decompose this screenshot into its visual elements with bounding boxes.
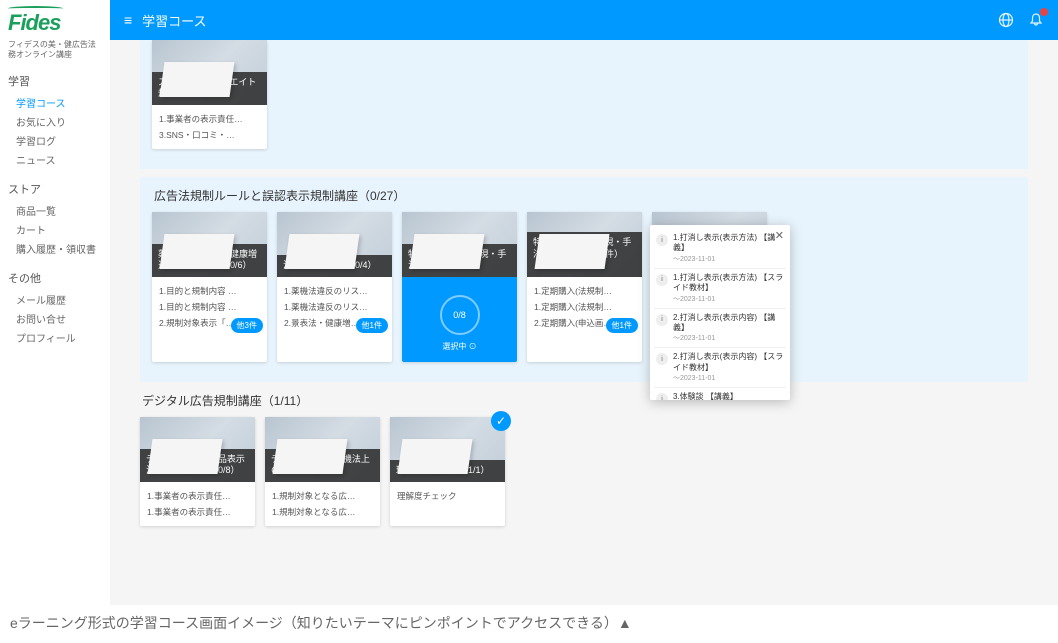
nav-purchase-history[interactable]: 購入履歴・領収書 — [8, 239, 102, 258]
lesson-line: 1.事業者の表示責任… — [159, 111, 260, 127]
globe-icon[interactable] — [998, 12, 1014, 28]
popup-item-date: ～2023-11-01 — [673, 333, 784, 343]
lesson-line: 1.薬機法違反のリス… — [284, 299, 385, 315]
nav-section-other: その他 — [8, 270, 102, 286]
card-title: 薬機法・景表法・健康増進法の位置づけ（0/6） — [152, 244, 267, 277]
course-card[interactable]: デジタル広告の薬機法上の留意事項（0/2） 1.規制対象となる広…1.規制対象とな… — [265, 417, 380, 526]
more-badge: 他3件 — [231, 318, 263, 333]
progress-ring: 0/8 — [440, 295, 480, 335]
lesson-line: 1.定期購入(法規制… — [534, 283, 635, 299]
nav-study-log[interactable]: 学習ログ — [8, 131, 102, 150]
card-title: デジタル広告の景品表示法上の留意事項（0/8） — [140, 449, 255, 482]
section-title: デジタル広告規制講座（1/11） — [140, 392, 1028, 409]
nav-profile[interactable]: プロフィール — [8, 328, 102, 347]
section-title: 広告法規制ルールと誤認表示規制講座（0/27） — [152, 187, 1016, 204]
popup-item-date: ～2023-11-01 — [673, 294, 784, 304]
lesson-line: 理解度チェック — [397, 488, 498, 504]
info-icon: i — [656, 274, 668, 286]
card-title: 法違反のリスク（0/4） — [277, 255, 392, 277]
logo-subtitle: フィデスの美・健広告法務オンライン講座 — [8, 40, 102, 61]
lesson-popup: ✕ i1.打消し表示(表示方法) 【講義】～2023-11-01i1.打消し表示… — [650, 225, 790, 400]
popup-lesson-item[interactable]: i 2.打消し表示(表示内容) 【講義】～2023-11-01 — [654, 309, 786, 349]
nav-section-store: ストア — [8, 181, 102, 197]
popup-lesson-item[interactable]: i 1.打消し表示(表示方法) 【講義】～2023-11-01 — [654, 229, 786, 269]
popup-item-title: 2.打消し表示(表示内容) 【講義】 — [673, 313, 784, 334]
lesson-line: 1.定期購入(法規制… — [534, 299, 635, 315]
course-card[interactable]: デジタル広告の景品表示法上の留意事項（0/8） 1.事業者の表示責任…1.事業者の… — [140, 417, 255, 526]
lesson-line: 1.薬機法違反のリス… — [284, 283, 385, 299]
nav-news[interactable]: ニュース — [8, 150, 102, 169]
popup-item-title: 1.打消し表示(表示方法) 【スライド教材】 — [673, 273, 784, 294]
course-card[interactable]: 特に注意すべき表現・手法（価格・取引条件）（0/4） 1.定期購入(法規制…1.定… — [527, 212, 642, 362]
lesson-line: 1.規制対象となる広… — [272, 504, 373, 520]
info-icon: i — [656, 353, 668, 365]
course-card[interactable]: ステマ、アフィリエイト規制の理解（0/2） 1.事業者の表示責任…3.SNS・口コ… — [152, 40, 267, 149]
check-icon: ✓ — [491, 411, 511, 431]
more-badge: 他1件 — [356, 318, 388, 333]
lesson-line: 3.SNS・口コミ・… — [159, 127, 260, 143]
course-card[interactable]: 特に注意すべき表現・手法（品質・規格） 0/8 選択中 ⊙ — [402, 212, 517, 362]
lesson-line: 1.規制対象となる広… — [272, 488, 373, 504]
lesson-line: 1.目的と規制内容 … — [159, 299, 260, 315]
course-card[interactable]: 法違反のリスク（0/4）1.薬機法違反のリス…1.薬機法違反のリス…2.景表法・… — [277, 212, 392, 362]
menu-icon[interactable]: ≡ — [124, 12, 132, 28]
status-label: 選択中 ⊙ — [402, 341, 517, 352]
popup-lesson-item[interactable]: i 1.打消し表示(表示方法) 【スライド教材】～2023-11-01 — [654, 269, 786, 309]
popup-item-title: 3.体験談 【講義】 — [673, 392, 738, 400]
info-icon: i — [656, 393, 668, 400]
bell-icon[interactable] — [1028, 12, 1044, 28]
lesson-line: 1.事業者の表示責任… — [147, 488, 248, 504]
nav-section-study: 学習 — [8, 73, 102, 89]
info-icon: i — [656, 234, 668, 246]
notification-badge — [1040, 8, 1048, 16]
popup-lesson-item[interactable]: i 2.打消し表示(表示内容) 【スライド教材】～2023-11-01 — [654, 348, 786, 388]
popup-item-title: 1.打消し表示(表示方法) 【講義】 — [673, 233, 784, 254]
nav-study-course[interactable]: 学習コース — [8, 93, 102, 112]
close-icon[interactable]: ✕ — [775, 229, 784, 242]
nav-favorites[interactable]: お気に入り — [8, 112, 102, 131]
content-area: ステマ、アフィリエイト規制の理解（0/2）1.事業者の表示責任…3.SNS・口コ… — [110, 40, 1058, 605]
lesson-line: 1.目的と規制内容 … — [159, 283, 260, 299]
nav-mail-history[interactable]: メール履歴 — [8, 290, 102, 309]
sidebar: Fides フィデスの美・健広告法務オンライン講座 学習 学習コース お気に入り… — [0, 0, 110, 605]
card-title: デジタル広告の薬機法上の留意事項（0/2） — [265, 449, 380, 482]
header: ≡ 学習コース — [110, 0, 1058, 40]
course-card[interactable]: 理解度チェック（1/1）理解度チェック✓ — [390, 417, 505, 526]
more-badge: 他1件 — [606, 318, 638, 333]
nav-products[interactable]: 商品一覧 — [8, 201, 102, 220]
info-icon: i — [656, 314, 668, 326]
card-title: ステマ、アフィリエイト規制の理解（0/2） — [152, 72, 267, 105]
logo: Fides — [8, 10, 102, 36]
course-card[interactable]: 薬機法・景表法・健康増進法の位置づけ（0/6） 1.目的と規制内容 …1.目的と規… — [152, 212, 267, 362]
page-title: 学習コース — [142, 11, 206, 30]
card-title: 理解度チェック（1/1） — [390, 460, 505, 482]
card-title: 特に注意すべき表現・手法（品質・規格） — [402, 244, 517, 277]
card-title: 特に注意すべき表現・手法（価格・取引条件）（0/4） — [527, 232, 642, 277]
popup-item-date: ～2023-11-01 — [673, 254, 784, 264]
popup-item-date: ～2023-11-01 — [673, 373, 784, 383]
image-caption: eラーニング形式の学習コース画面イメージ（知りたいテーマにピンポイントでアクセス… — [0, 605, 1058, 641]
nav-cart[interactable]: カート — [8, 220, 102, 239]
popup-item-title: 2.打消し表示(表示内容) 【スライド教材】 — [673, 352, 784, 373]
lesson-line: 1.事業者の表示責任… — [147, 504, 248, 520]
popup-lesson-item[interactable]: i 3.体験談 【講義】 — [654, 388, 786, 400]
nav-contact[interactable]: お問い合せ — [8, 309, 102, 328]
